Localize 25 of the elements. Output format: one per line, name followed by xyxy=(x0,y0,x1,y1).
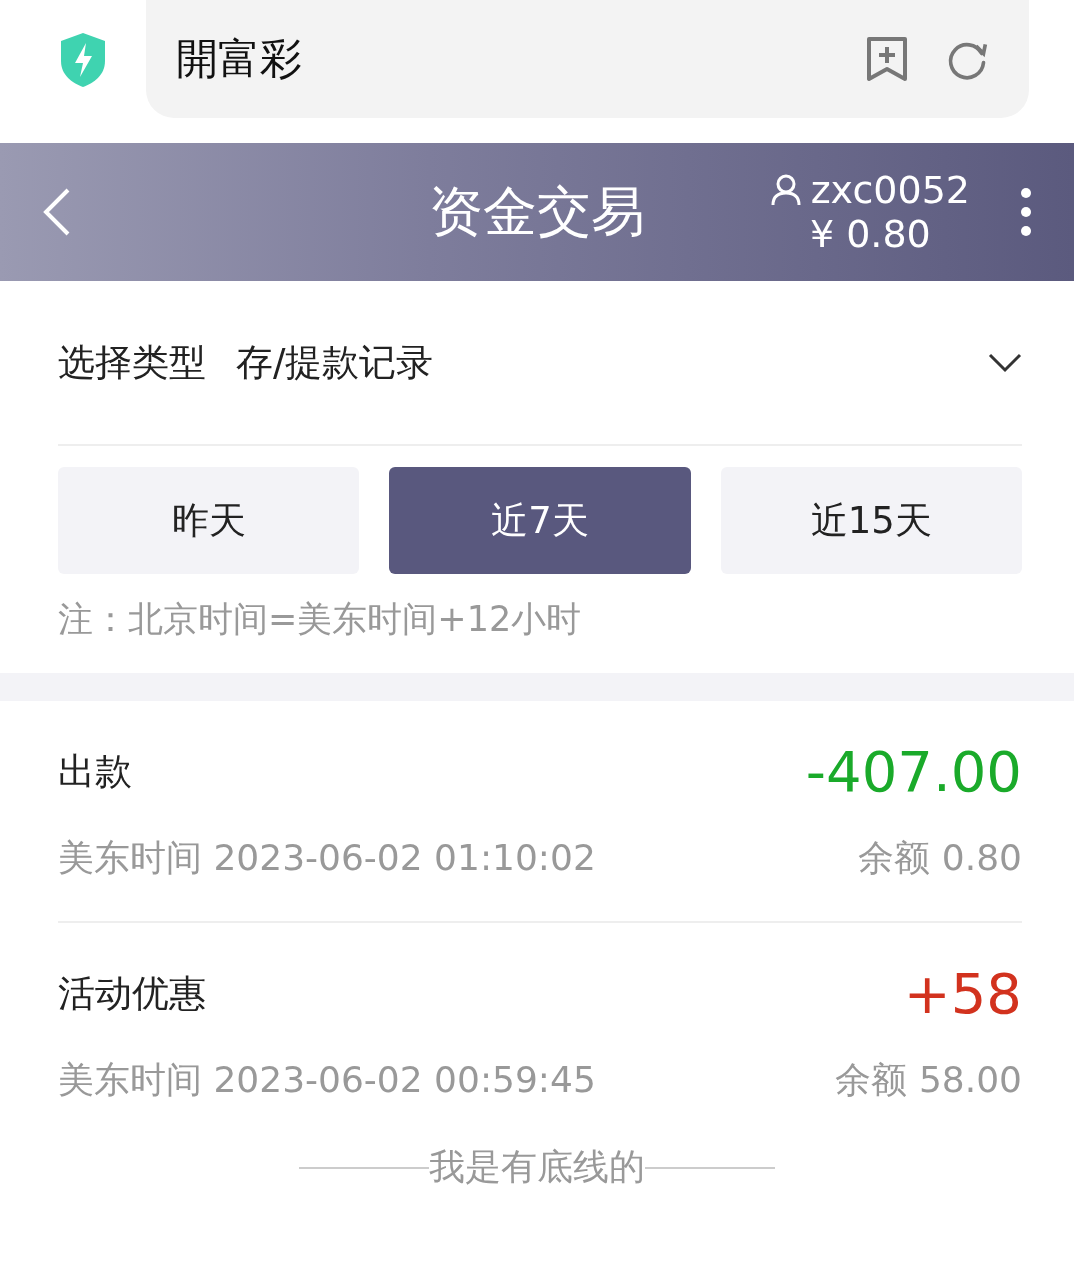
end-of-list-text: 我是有底线的 xyxy=(429,1145,645,1189)
date-tab[interactable]: 昨天 xyxy=(58,467,360,574)
chevron-down-icon xyxy=(988,352,1022,373)
more-icon[interactable] xyxy=(1020,187,1032,237)
record-time: 美东时间 2023-06-02 00:59:45 xyxy=(58,1058,596,1102)
date-tab[interactable]: 近15天 xyxy=(720,467,1022,574)
note-text: 注：北京时间=美东时间+12小时 xyxy=(58,598,583,641)
record-amount: +58 xyxy=(903,961,1022,1026)
address-text: 開富彩 xyxy=(176,33,303,85)
record-balance: 余额 0.80 xyxy=(858,836,1022,880)
type-select[interactable]: 选择类型 存/提款记录 xyxy=(58,281,1022,446)
record-type: 出款 xyxy=(58,748,132,795)
page-title: 资金交易 xyxy=(429,178,645,245)
balance: ¥ 0.80 xyxy=(809,212,931,256)
back-icon[interactable] xyxy=(42,187,72,237)
record-time: 美东时间 2023-06-02 01:10:02 xyxy=(58,836,596,880)
record-type: 活动优惠 xyxy=(58,970,206,1017)
username: zxc0052 xyxy=(810,168,970,212)
shield-icon xyxy=(58,31,108,89)
address-bar[interactable]: 開富彩 xyxy=(146,0,1029,118)
record-balance: 余额 58.00 xyxy=(835,1058,1022,1102)
record-amount: -407.00 xyxy=(805,739,1022,804)
date-tab[interactable]: 近7天 xyxy=(389,467,691,574)
bookmark-add-icon[interactable] xyxy=(865,35,909,83)
user-icon xyxy=(770,174,801,206)
